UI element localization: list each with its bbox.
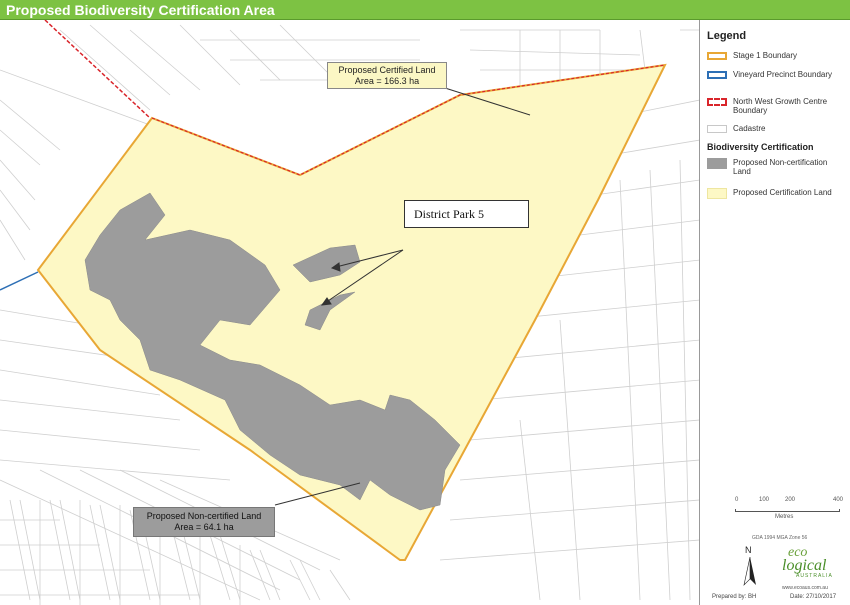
nw-growth-swatch-icon (707, 98, 727, 106)
cert-swatch-icon (707, 188, 727, 199)
cadastre-swatch-icon (707, 125, 727, 133)
scale-line (735, 509, 840, 512)
district-park-label: District Park 5 (404, 200, 529, 228)
title-bar: Proposed Biodiversity Certification Area (0, 0, 850, 20)
website-text: www.ecoaus.com.au (782, 585, 828, 591)
certified-land-label: Proposed Certified Land Area = 166.3 ha (327, 62, 447, 89)
stage1-swatch-icon (707, 52, 727, 60)
noncertified-land-label: Proposed Non-certified Land Area = 64.1 … (133, 507, 275, 537)
eco-logical-logo: eco logical AUSTRALIA (782, 545, 833, 579)
north-arrow-icon: N (742, 545, 758, 586)
prepared-by-text: Prepared by: BH (712, 594, 757, 600)
map-title: Proposed Biodiversity Certification Area (6, 2, 275, 18)
date-text: Date: 27/10/2017 (790, 594, 837, 600)
map-canvas (0, 20, 699, 605)
scale-bar: 0 100 200 400 Metres (735, 497, 844, 520)
legend-title: Legend (707, 30, 747, 42)
map-area[interactable]: Proposed Certified Land Area = 166.3 ha … (0, 20, 700, 605)
nw-growth-boundary (44, 20, 151, 119)
noncert-swatch-icon (707, 158, 727, 169)
vineyard-boundary (0, 271, 39, 291)
legend-section-title: Biodiversity Certification (707, 142, 814, 152)
datum-text: GDA 1994 MGA Zone 56 (752, 535, 808, 541)
vineyard-swatch-icon (707, 71, 727, 79)
